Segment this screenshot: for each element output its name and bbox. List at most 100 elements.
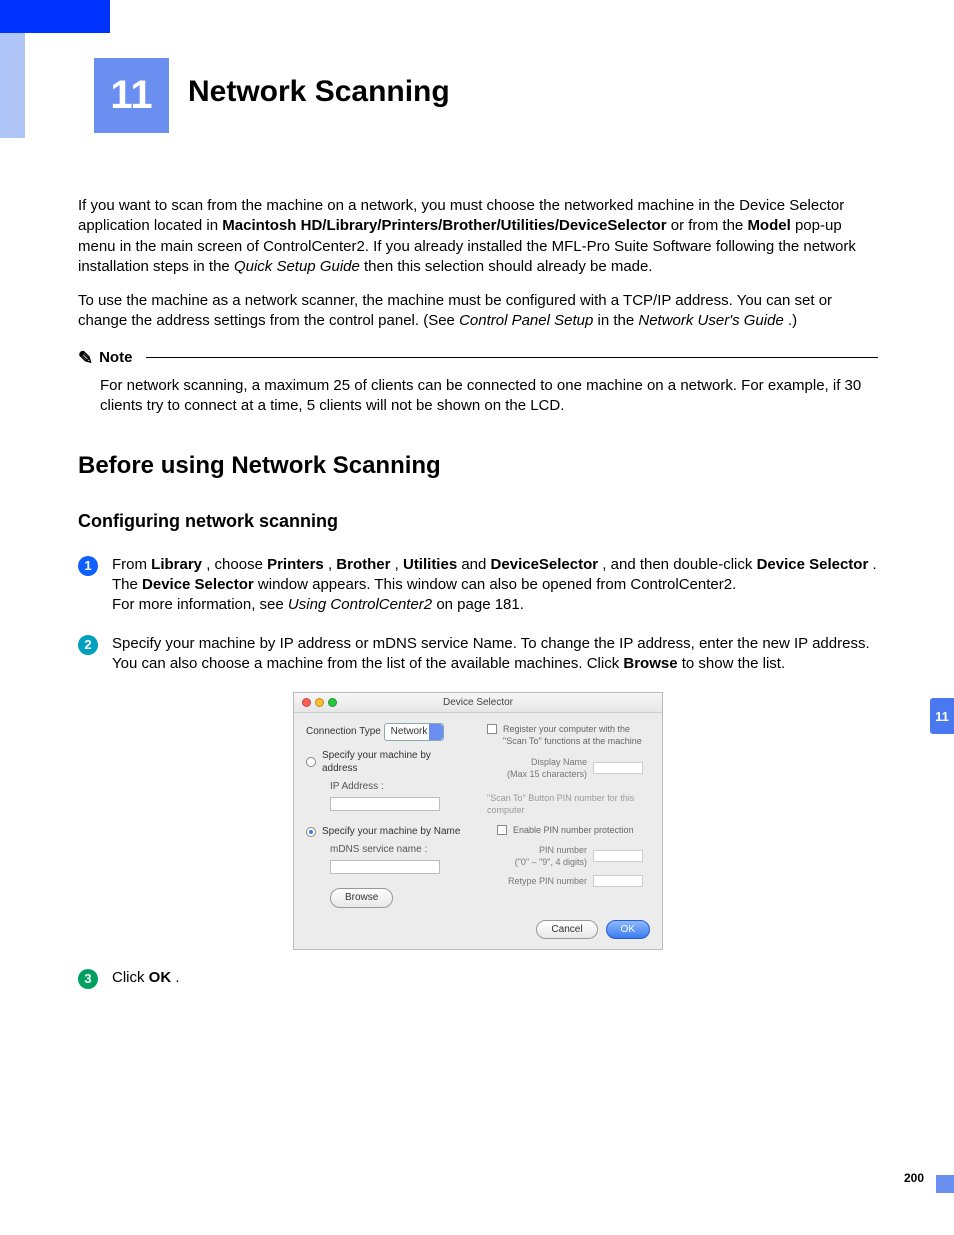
pencil-note-icon: ✎ (78, 346, 93, 370)
pin-label-text: PIN number (539, 845, 587, 855)
intro-nug: Network User's Guide (638, 312, 783, 329)
retype-pin-input[interactable] (593, 875, 643, 887)
s1-l3b: on page 181. (436, 596, 524, 613)
s1-devsel2: Device Selector (757, 556, 869, 573)
s1-l3a: For more information, see (112, 596, 288, 613)
step-3-bullet: 3 (78, 969, 98, 989)
chapter-title: Network Scanning (188, 75, 450, 109)
s1-l2a: The (112, 576, 142, 593)
pin-hint: ("0" – "9", 4 digits) (515, 857, 587, 867)
ip-label: IP Address : (306, 780, 469, 794)
cancel-button[interactable]: Cancel (536, 920, 597, 940)
page-number: 200 (904, 1171, 924, 1185)
step-1-text: From Library , choose Printers , Brother… (112, 555, 878, 616)
browse-button[interactable]: Browse (330, 888, 393, 908)
radio-name-label: Specify your machine by Name (322, 825, 460, 839)
connection-type-row: Connection Type Network (306, 723, 469, 741)
section-heading: Before using Network Scanning (78, 450, 878, 482)
display-name-label: Display Name (Max 15 characters) (487, 756, 587, 780)
s3-ok: OK (149, 969, 172, 986)
s1-brother: Brother (336, 556, 390, 573)
s1-e: and (461, 556, 490, 573)
note-label: Note (99, 348, 132, 368)
ds-footer: Cancel OK (294, 914, 662, 950)
s3-b: . (175, 969, 179, 986)
ok-button[interactable]: OK (606, 920, 650, 940)
intro-1d: then this selection should already be ma… (364, 258, 653, 275)
s1-l2b: Device Selector (142, 576, 254, 593)
s1-a: From (112, 556, 151, 573)
step-2-text: Specify your machine by IP address or mD… (112, 634, 878, 675)
s1-f: , and then double-click (602, 556, 756, 573)
s3-a: Click (112, 969, 149, 986)
s1-utilities: Utilities (403, 556, 457, 573)
scan-to-hint: "Scan To" Button PIN number for this com… (487, 792, 650, 816)
mdns-label: mDNS service name : (306, 843, 469, 857)
retype-pin-row: Retype PIN number (487, 875, 650, 887)
connection-type-value: Network (391, 725, 428, 739)
pin-row: PIN number ("0" – "9", 4 digits) (487, 844, 650, 868)
left-strip (0, 33, 25, 138)
s1-library: Library (151, 556, 202, 573)
intro-cps: Control Panel Setup (459, 312, 593, 329)
step-2: 2 Specify your machine by IP address or … (78, 634, 878, 675)
s1-devsel: DeviceSelector (491, 556, 599, 573)
display-name-row: Display Name (Max 15 characters) (487, 756, 650, 780)
pin-label: PIN number ("0" – "9", 4 digits) (487, 844, 587, 868)
ds-left-column: Connection Type Network Specify your mac… (306, 723, 469, 908)
chapter-number-box: 11 (94, 58, 169, 133)
intro-path: Macintosh HD/Library/Printers/Brother/Ut… (222, 217, 666, 234)
intro-para-1: If you want to scan from the machine on … (78, 196, 878, 277)
s1-l3i: Using ControlCenter2 (288, 596, 432, 613)
radio-addr-label: Specify your machine by address (322, 749, 469, 776)
step-3-text: Click OK . (112, 968, 878, 989)
ds-body: Connection Type Network Specify your mac… (294, 713, 662, 914)
s2-b: to show the list. (682, 655, 785, 672)
body: If you want to scan from the machine on … (78, 196, 878, 1007)
display-name-input[interactable] (593, 762, 643, 774)
radio-by-name[interactable]: Specify your machine by Name (306, 825, 469, 839)
pin-input[interactable] (593, 850, 643, 862)
connection-type-select[interactable]: Network (384, 723, 445, 741)
register-check[interactable]: Register your computer with the "Scan To… (487, 723, 650, 747)
s1-printers: Printers (267, 556, 324, 573)
ds-titlebar: Device Selector (294, 693, 662, 713)
checkbox-icon (497, 825, 507, 835)
connection-type-label: Connection Type (306, 726, 381, 737)
intro-2b: in the (598, 312, 639, 329)
radio-icon (306, 757, 316, 767)
s1-l2c: window appears. This window can also be … (258, 576, 736, 593)
step-1: 1 From Library , choose Printers , Broth… (78, 555, 878, 616)
checkbox-icon (487, 724, 497, 734)
s2-browse: Browse (623, 655, 677, 672)
intro-2c: .) (788, 312, 797, 329)
step-2-bullet: 2 (78, 635, 98, 655)
chapter-number: 11 (110, 73, 152, 118)
browse-row: Browse (306, 888, 469, 908)
enable-pin-label: Enable PIN number protection (513, 824, 634, 836)
enable-pin-check[interactable]: Enable PIN number protection (487, 824, 650, 836)
display-name-text: Display Name (531, 757, 587, 767)
note-rule (146, 357, 878, 358)
device-selector-window: Device Selector Connection Type Network … (293, 692, 663, 950)
display-name-hint: (Max 15 characters) (507, 769, 587, 779)
step-1-bullet: 1 (78, 556, 98, 576)
intro-qsg: Quick Setup Guide (234, 258, 360, 275)
s1-g: . (872, 556, 876, 573)
step-3: 3 Click OK . (78, 968, 878, 989)
ip-address-input[interactable] (330, 797, 440, 811)
intro-1b: or from the (671, 217, 748, 234)
side-tab: 11 (930, 698, 954, 734)
note-body: For network scanning, a maximum 25 of cl… (78, 370, 878, 417)
radio-icon (306, 827, 316, 837)
subsection-heading: Configuring network scanning (78, 509, 878, 533)
page-corner-decoration (936, 1175, 954, 1193)
retype-label: Retype PIN number (487, 875, 587, 887)
ds-title: Device Selector (294, 696, 662, 710)
register-label: Register your computer with the "Scan To… (503, 723, 650, 747)
intro-para-2: To use the machine as a network scanner,… (78, 291, 878, 332)
note-header: ✎ Note (78, 346, 878, 370)
mdns-name-input[interactable] (330, 860, 440, 874)
radio-by-address[interactable]: Specify your machine by address (306, 749, 469, 776)
ds-right-column: Register your computer with the "Scan To… (487, 723, 650, 908)
